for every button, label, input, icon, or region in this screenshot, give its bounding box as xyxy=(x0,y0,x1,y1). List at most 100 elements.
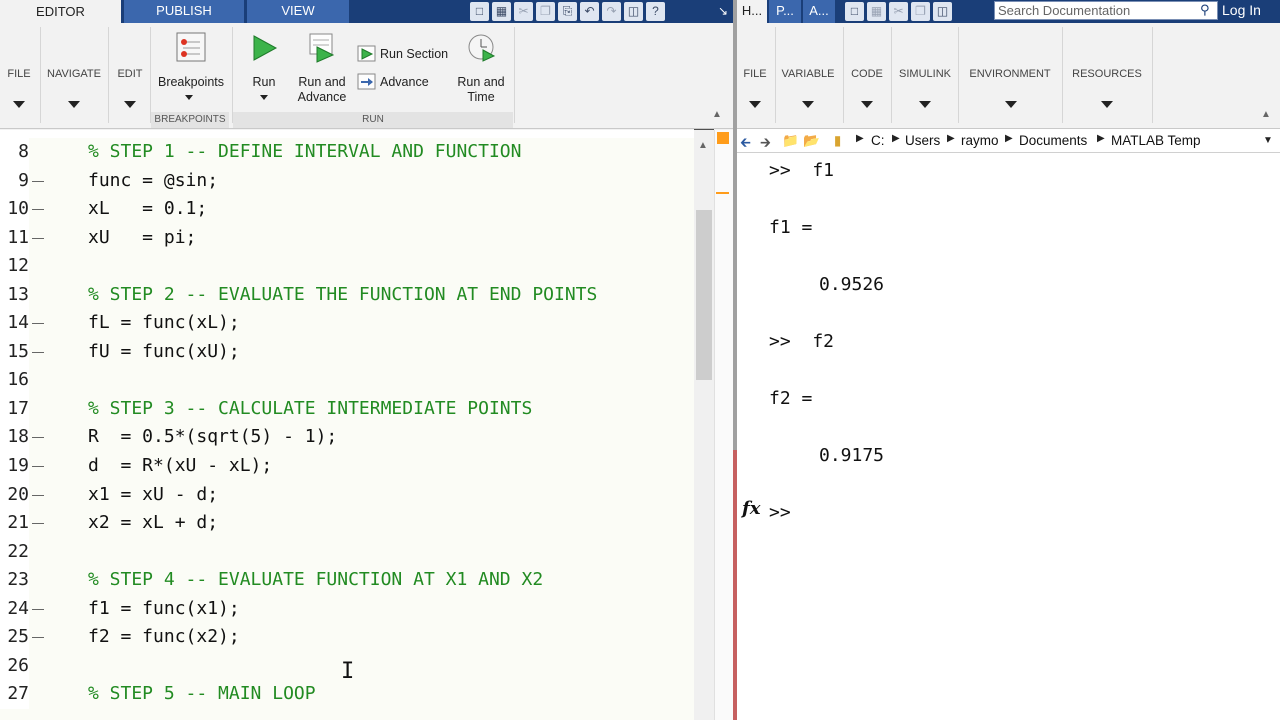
tab-home[interactable]: H... xyxy=(737,0,767,23)
breakpoint-marker-icon[interactable] xyxy=(32,351,44,353)
line-number[interactable]: 12 xyxy=(0,252,29,281)
code-line[interactable]: 8 % STEP 1 -- DEFINE INTERVAL AND FUNCTIO… xyxy=(0,138,694,167)
path-segment-documents[interactable]: Documents xyxy=(1019,133,1087,148)
resources-menu-arrow-icon[interactable] xyxy=(1101,101,1113,108)
line-number[interactable]: 18 xyxy=(0,423,29,453)
breakpoints-icon[interactable] xyxy=(176,32,206,62)
run-section-button[interactable]: Run Section xyxy=(380,47,448,62)
path-segment-users[interactable]: Users xyxy=(905,133,940,148)
tab-apps[interactable]: A... xyxy=(803,0,835,23)
line-number[interactable]: 23 xyxy=(0,566,29,595)
run-and-advance-button[interactable]: Run and Advance xyxy=(292,75,352,105)
paste-icon[interactable]: ⎘ xyxy=(558,2,577,21)
cut-icon[interactable]: ✂ xyxy=(889,2,908,21)
collapse-ribbon-icon[interactable]: ▲ xyxy=(1261,109,1271,120)
code-analyzer-status-icon[interactable] xyxy=(717,132,729,144)
run-icon[interactable] xyxy=(252,34,278,62)
code-line[interactable]: 15 fU = func(xU); xyxy=(0,337,694,367)
breakpoint-marker-icon[interactable] xyxy=(32,637,44,639)
search-documentation-input[interactable]: Search Documentation xyxy=(994,1,1218,20)
code-line[interactable]: 11 xU = pi; xyxy=(0,223,694,253)
breakpoint-marker-icon[interactable] xyxy=(32,237,44,239)
line-number[interactable]: 9 xyxy=(0,166,29,196)
save-icon[interactable]: ▦ xyxy=(492,2,511,21)
copy-icon[interactable]: ❐ xyxy=(911,2,930,21)
line-number[interactable]: 16 xyxy=(0,366,29,395)
cut-icon[interactable]: ✂ xyxy=(514,2,533,21)
switch-windows-icon[interactable]: ◫ xyxy=(933,2,952,21)
up-folder-icon[interactable]: 📁 xyxy=(782,133,799,149)
breakpoint-marker-icon[interactable] xyxy=(32,180,44,182)
scroll-up-icon[interactable]: ▲ xyxy=(698,140,708,151)
code-line[interactable]: 20 x1 = xU - d; xyxy=(0,480,694,510)
tab-publish[interactable]: PUBLISH xyxy=(124,0,244,23)
code-line[interactable]: 9 func = @sin; xyxy=(0,166,694,196)
switch-windows-icon[interactable]: ◫ xyxy=(624,2,643,21)
code-scrollbar-thumb[interactable] xyxy=(696,210,712,380)
code-line[interactable]: 19 d = R*(xU - xL); xyxy=(0,452,694,481)
tab-plots[interactable]: P... xyxy=(769,0,801,23)
environment-menu-arrow-icon[interactable] xyxy=(1005,101,1017,108)
simulink-menu-arrow-icon[interactable] xyxy=(919,101,931,108)
line-number[interactable]: 17 xyxy=(0,394,29,424)
function-browser-icon[interactable]: fx xyxy=(742,498,760,519)
line-number[interactable]: 15 xyxy=(0,337,29,367)
breakpoints-button[interactable]: Breakpoints xyxy=(153,75,229,90)
breakpoints-arrow-icon[interactable] xyxy=(185,95,193,100)
code-line[interactable]: 23 % STEP 4 -- EVALUATE FUNCTION AT X1 AN… xyxy=(0,566,694,595)
breakpoint-marker-icon[interactable] xyxy=(32,523,44,525)
line-number[interactable]: 14 xyxy=(0,309,29,338)
collapse-ribbon-icon[interactable]: ▲ xyxy=(712,109,722,120)
line-number[interactable]: 21 xyxy=(0,509,29,538)
code-line[interactable]: 12 xyxy=(0,252,694,281)
command-window-output[interactable]: fx >> f1 f1 = 0.9526 >> f2 f2 = 0.9175 >> xyxy=(737,153,1280,720)
variable-menu-arrow-icon[interactable] xyxy=(802,101,814,108)
log-in-link[interactable]: Log In xyxy=(1222,0,1280,22)
line-number[interactable]: 19 xyxy=(0,452,29,481)
line-number[interactable]: 10 xyxy=(0,195,29,224)
search-icon[interactable]: ⚲ xyxy=(1200,2,1210,18)
code-line[interactable]: 27 % STEP 5 -- MAIN LOOP xyxy=(0,680,694,709)
code-line[interactable]: 22 xyxy=(0,537,694,567)
line-number[interactable]: 11 xyxy=(0,223,29,253)
undo-icon[interactable]: ↶ xyxy=(580,2,599,21)
code-line[interactable]: 17 % STEP 3 -- CALCULATE INTERMEDIATE POI… xyxy=(0,394,694,424)
line-number[interactable]: 25 xyxy=(0,623,29,652)
path-segment-matlab-temp[interactable]: MATLAB Temp xyxy=(1111,133,1201,148)
breakpoint-marker-icon[interactable] xyxy=(32,494,44,496)
code-line[interactable]: 21 x2 = xL + d; xyxy=(0,509,694,538)
tab-view[interactable]: VIEW xyxy=(247,0,349,23)
navigate-menu-arrow-icon[interactable] xyxy=(68,101,80,108)
run-and-advance-icon[interactable] xyxy=(307,33,337,63)
browse-folder-icon[interactable]: 📂 xyxy=(803,133,820,149)
run-and-time-icon[interactable] xyxy=(467,32,497,62)
breakpoint-marker-icon[interactable] xyxy=(32,466,44,468)
path-segment-user[interactable]: raymo xyxy=(961,133,999,148)
copy-icon[interactable]: ❐ xyxy=(536,2,555,21)
code-line[interactable]: 18 R = 0.5*(sqrt(5) - 1); xyxy=(0,423,694,453)
advance-icon[interactable] xyxy=(357,73,377,91)
line-number[interactable]: 20 xyxy=(0,480,29,510)
code-menu-arrow-icon[interactable] xyxy=(861,101,873,108)
help-icon[interactable]: ? xyxy=(646,2,665,21)
file-menu-arrow-icon[interactable] xyxy=(749,101,761,108)
line-number[interactable]: 22 xyxy=(0,537,29,567)
run-arrow-icon[interactable] xyxy=(260,95,268,100)
path-segment-drive[interactable]: C: xyxy=(871,133,885,148)
expand-arrow-icon[interactable]: ↘ xyxy=(718,4,728,18)
save-icon[interactable]: ▦ xyxy=(867,2,886,21)
code-editor[interactable]: 8 % STEP 1 -- DEFINE INTERVAL AND FUNCTIO… xyxy=(0,130,733,720)
breakpoint-marker-icon[interactable] xyxy=(32,608,44,610)
path-dropdown-icon[interactable]: ▼ xyxy=(1263,135,1273,146)
code-line[interactable]: 24 f1 = func(x1); xyxy=(0,594,694,624)
run-and-time-button[interactable]: Run and Time xyxy=(452,75,510,105)
code-line[interactable]: 25 f2 = func(x2); xyxy=(0,623,694,652)
file-menu-arrow-icon[interactable] xyxy=(13,101,25,108)
breakpoint-marker-icon[interactable] xyxy=(32,209,44,211)
code-line[interactable]: 16 xyxy=(0,366,694,395)
line-number[interactable]: 13 xyxy=(0,280,29,310)
line-number[interactable]: 27 xyxy=(0,680,29,709)
code-line[interactable]: 10 xL = 0.1; xyxy=(0,195,694,224)
new-file-icon[interactable]: □ xyxy=(470,2,489,21)
tab-editor[interactable]: EDITOR xyxy=(0,0,121,23)
